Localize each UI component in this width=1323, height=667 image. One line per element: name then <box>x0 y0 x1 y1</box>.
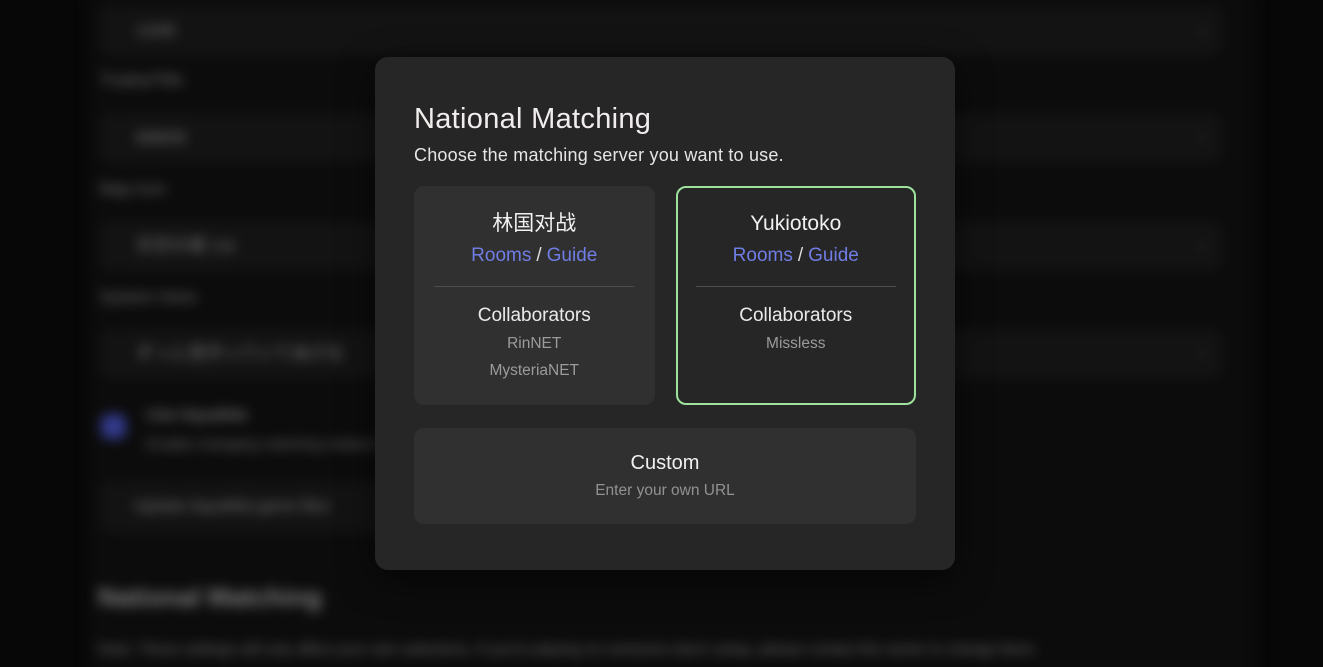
dialog-subtitle: Choose the matching server you want to u… <box>414 145 916 166</box>
collaborators-heading: Collaborators <box>416 303 653 329</box>
card-divider <box>434 286 634 287</box>
server-links: Rooms/ Guide <box>416 243 653 269</box>
server-card-linguo[interactable]: 林国对战 Rooms/ Guide Collaborators RinNET My… <box>414 186 655 405</box>
server-name: 林国对战 <box>416 211 653 237</box>
server-links: Rooms/Guide <box>678 243 915 269</box>
link-separator: / <box>798 245 803 266</box>
server-name: Yukiotoko <box>678 211 915 237</box>
server-card-yukiotoko[interactable]: Yukiotoko Rooms/Guide Collaborators Miss… <box>676 186 917 405</box>
dialog-title: National Matching <box>414 103 916 136</box>
custom-card-title: Custom <box>414 449 916 477</box>
guide-link[interactable]: Guide <box>547 245 598 266</box>
collaborator-name: RinNET <box>416 331 653 356</box>
guide-link[interactable]: Guide <box>808 245 859 266</box>
rooms-link[interactable]: Rooms <box>733 245 793 266</box>
custom-card-subtitle: Enter your own URL <box>414 479 916 503</box>
custom-server-card[interactable]: Custom Enter your own URL <box>414 428 916 524</box>
collaborators-heading: Collaborators <box>678 303 915 329</box>
server-options: 林国对战 Rooms/Guide Collaborators RinNET My… <box>414 186 916 405</box>
collaborator-name: MysteriaNET <box>416 358 653 383</box>
rooms-link[interactable]: Rooms <box>471 245 531 266</box>
card-divider <box>696 286 896 287</box>
collaborator-name: Missless <box>678 331 915 356</box>
link-separator: / <box>536 245 541 266</box>
national-matching-dialog: National Matching Choose the matching se… <box>375 57 955 570</box>
